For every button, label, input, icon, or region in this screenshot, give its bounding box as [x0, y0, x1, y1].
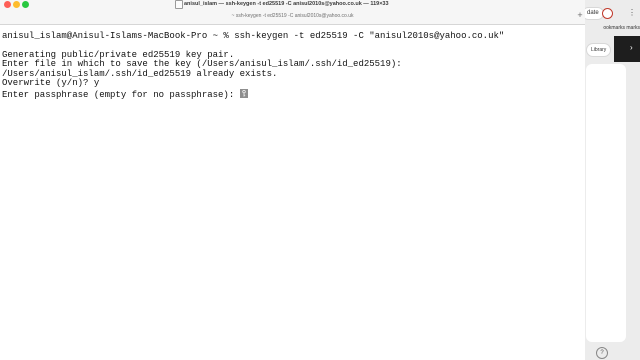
maximize-window-button[interactable] [22, 1, 29, 8]
text-cursor [239, 88, 248, 98]
update-button[interactable]: date [582, 7, 604, 20]
minimize-window-button[interactable] [13, 1, 20, 8]
close-window-button[interactable] [4, 1, 11, 8]
update-status-ring [602, 8, 613, 19]
tab-title[interactable]: ~ ssh-keygen -t ed25519 -C anisul2010s@y… [0, 11, 585, 21]
help-icon[interactable]: ? [596, 347, 608, 359]
key-icon [241, 89, 246, 97]
terminal-line-command: anisul_islam@Anisul-Islams-MacBook-Pro ~… [2, 30, 505, 41]
kebab-menu-icon[interactable]: ⋮ [628, 7, 636, 18]
terminal-output[interactable]: anisul_islam@Anisul-Islams-MacBook-Pro ~… [2, 22, 582, 352]
terminal-window: anisul_islam — ssh-keygen -t ed25519 -C … [0, 0, 585, 360]
chevron-right-icon[interactable]: › [630, 43, 633, 52]
terminal-line-prompt: Enter passphrase (empty for no passphras… [2, 88, 582, 100]
window-title: anisul_islam — ssh-keygen -t ed25519 -C … [184, 1, 389, 7]
library-label: Library [591, 47, 607, 53]
terminal-line: Overwrite (y/n)? y [2, 78, 100, 88]
update-label: date [587, 10, 599, 16]
bookmarks-bar-label[interactable]: ookmarks marks [586, 23, 640, 33]
library-button[interactable]: Library [586, 43, 612, 57]
dark-panel [614, 36, 640, 62]
screen: date ⋮ ookmarks marks › Library ? anisul… [0, 0, 640, 360]
document-icon [175, 0, 183, 9]
background-content-card [586, 64, 626, 342]
passphrase-prompt: Enter passphrase (empty for no passphras… [2, 89, 240, 100]
new-tab-button[interactable]: + [576, 10, 584, 20]
